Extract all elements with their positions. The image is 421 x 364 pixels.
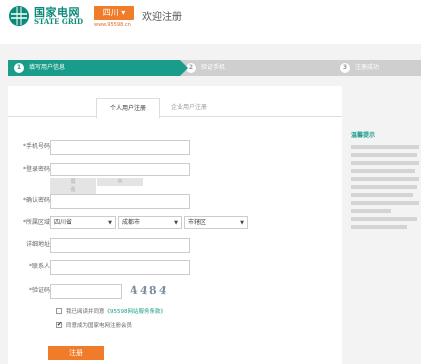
captcha-input[interactable] — [50, 284, 122, 299]
step-1: 1 填写用户信息 — [8, 60, 180, 76]
captcha-label: *验证码: — [28, 287, 52, 294]
tips-title: 温馨提示 — [351, 132, 376, 139]
region-label: *所属区域: — [22, 219, 52, 226]
tips-line — [351, 177, 419, 181]
tips-line — [351, 225, 407, 229]
phone-label: *手机号码: — [22, 143, 52, 150]
terms-link[interactable]: 《95598网站服务条款》 — [105, 309, 167, 315]
city-select[interactable]: 成都市 ▼ — [118, 216, 182, 229]
contact-label: *联系人: — [28, 263, 52, 270]
chevron-down-icon: ▼ — [240, 220, 244, 226]
confirm-label: *确认密码: — [22, 197, 52, 204]
register-button[interactable]: 注册 — [48, 346, 104, 360]
address-label: 详细地址: — [25, 241, 52, 248]
step-arrow — [180, 60, 188, 76]
tab-personal[interactable]: 个人用户注册 — [96, 98, 160, 119]
registration-form: 个人用户注册 企业用户注册 *手机号码: *登录密码: 弱中强 *确认密码: *… — [8, 86, 342, 364]
tips-line — [351, 153, 417, 157]
agree-terms-checkbox[interactable] — [56, 308, 62, 314]
phone-row: *手机号码: — [8, 140, 342, 158]
region-badge[interactable]: 四川 ▾ — [94, 6, 134, 20]
tab-company[interactable]: 企业用户注册 — [158, 98, 220, 117]
brand-name-en: STATE GRID — [34, 17, 84, 26]
contact-row: *联系人: — [8, 260, 342, 278]
province-select[interactable]: 四川省 ▼ — [50, 216, 116, 229]
progress-steps: 1 填写用户信息 2 验证手机 3 注册成功 — [8, 60, 421, 76]
strength-strong: 强 — [50, 186, 96, 194]
captcha-row: *验证码: 4 4 8 4 — [8, 284, 342, 302]
contact-input[interactable] — [50, 260, 190, 275]
state-grid-logo-icon — [9, 6, 29, 26]
captcha-image[interactable]: 4 4 8 4 — [129, 284, 178, 300]
register-member-checkbox[interactable] — [56, 321, 62, 328]
page-title: 欢迎注册 — [142, 12, 182, 23]
header: 国家电网 STATE GRID 四川 ▾ www.95598.cn 欢迎注册 — [0, 0, 421, 44]
address-input[interactable] — [50, 238, 190, 253]
tips-line — [351, 209, 391, 213]
chevron-down-icon: ▼ — [174, 220, 178, 226]
tips-line — [351, 185, 417, 189]
phone-input[interactable] — [50, 140, 190, 155]
chevron-down-icon: ▼ — [108, 220, 112, 226]
tips-line — [351, 217, 417, 221]
tips-line — [351, 161, 419, 165]
password-strength-meter: 弱中强 — [50, 178, 190, 194]
strength-medium: 中 — [97, 178, 143, 186]
tips-line — [351, 145, 419, 149]
strength-weak: 弱 — [50, 178, 96, 186]
tips-line — [351, 169, 415, 173]
agree-terms-text: 我已阅读并同意《95598网站服务条款》 — [66, 309, 167, 315]
password-label: *登录密码: — [22, 166, 52, 173]
confirm-row: *确认密码: — [8, 194, 342, 212]
tips-line — [351, 193, 413, 197]
password-input[interactable] — [50, 163, 190, 176]
tips-line — [351, 201, 419, 205]
region-url: www.95598.cn — [94, 22, 131, 28]
district-select[interactable]: 市辖区 ▼ — [184, 216, 248, 229]
region-row: *所属区域: 四川省 ▼ 成都市 ▼ 市辖区 ▼ — [8, 216, 342, 234]
step-2: 2 验证手机 — [180, 60, 334, 76]
confirm-password-input[interactable] — [50, 194, 190, 209]
step-3: 3 注册成功 — [334, 60, 421, 76]
region-selector[interactable]: 四川 ▾ www.95598.cn — [94, 6, 134, 30]
register-member-text: 同意成为国家电网注册会员 — [66, 323, 133, 329]
step-arrow — [332, 60, 340, 76]
address-row: 详细地址: — [8, 238, 342, 256]
tips-panel: 温馨提示 — [351, 130, 421, 270]
